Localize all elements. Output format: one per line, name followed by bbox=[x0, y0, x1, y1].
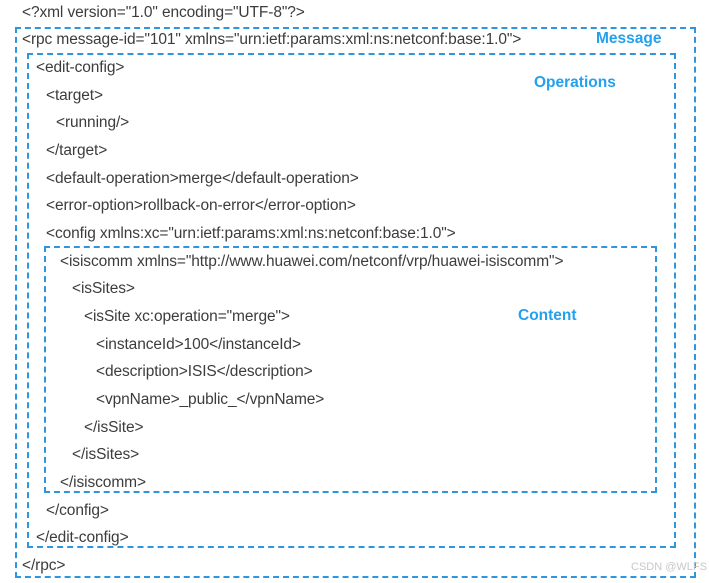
code-line-issite-open: <isSite xc:operation="merge"> bbox=[84, 308, 290, 325]
code-line-target-close: </target> bbox=[46, 142, 108, 159]
code-line-rpc-close: </rpc> bbox=[22, 557, 66, 574]
code-line-xml-declaration: <?xml version="1.0" encoding="UTF-8"?> bbox=[22, 4, 305, 21]
message-box bbox=[15, 27, 696, 578]
diagram-canvas: <?xml version="1.0" encoding="UTF-8"?> M… bbox=[0, 0, 709, 583]
code-line-rpc-open: <rpc message-id="101" xmlns="urn:ietf:pa… bbox=[22, 31, 522, 48]
code-line-isiscomm-open: <isiscomm xmlns="http://www.huawei.com/n… bbox=[60, 253, 564, 270]
code-line-running: <running/> bbox=[56, 114, 130, 131]
code-line-config-close: </config> bbox=[46, 502, 109, 519]
watermark: CSDN @WLFS bbox=[631, 561, 707, 573]
code-line-issites-open: <isSites> bbox=[72, 280, 135, 297]
code-line-edit-config-open: <edit-config> bbox=[36, 59, 125, 76]
operations-label: Operations bbox=[534, 74, 616, 91]
code-line-error-option: <error-option>rollback-on-error</error-o… bbox=[46, 197, 356, 214]
code-line-vpn-name: <vpnName>_public_</vpnName> bbox=[96, 391, 325, 408]
code-line-instance-id: <instanceId>100</instanceId> bbox=[96, 336, 301, 353]
code-line-default-operation: <default-operation>merge</default-operat… bbox=[46, 170, 359, 187]
code-line-issites-close: </isSites> bbox=[72, 446, 140, 463]
code-line-target-open: <target> bbox=[46, 87, 103, 104]
code-line-edit-config-close: </edit-config> bbox=[36, 529, 129, 546]
code-line-config-open: <config xmlns:xc="urn:ietf:params:xml:ns… bbox=[46, 225, 456, 242]
message-label: Message bbox=[596, 30, 662, 47]
code-line-issite-close: </isSite> bbox=[84, 419, 144, 436]
code-line-description: <description>ISIS</description> bbox=[96, 363, 313, 380]
code-line-isiscomm-close: </isiscomm> bbox=[60, 474, 146, 491]
content-label: Content bbox=[518, 307, 577, 324]
